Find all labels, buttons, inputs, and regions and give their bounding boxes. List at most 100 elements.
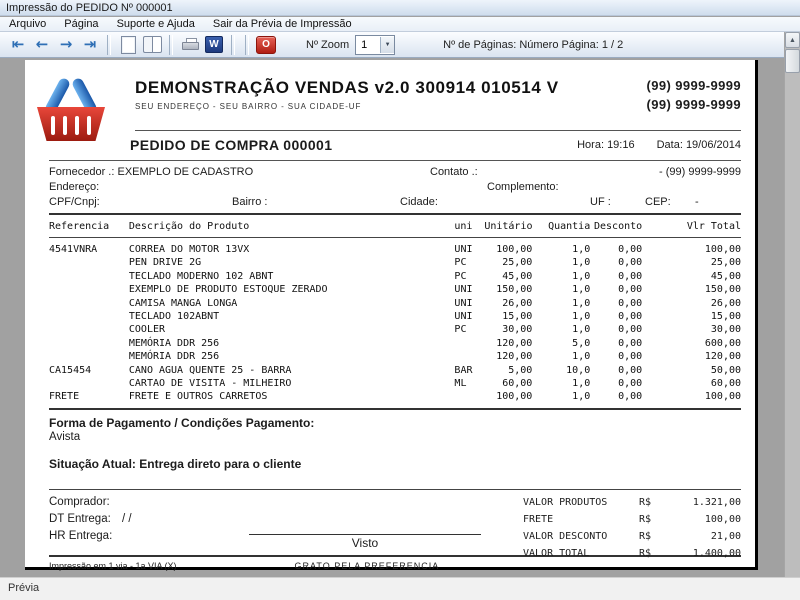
cell-uni: PC <box>454 323 484 336</box>
toolbar: ⇤ ← → ⇥ W O Nº Zoom 1 ▼ Nº de Páginas: N… <box>0 32 784 58</box>
cell-uni <box>454 337 484 350</box>
company-address: SEU ENDEREÇO - SEU BAIRRO - SUA CIDADE-U… <box>135 102 559 111</box>
statusbar-text: Prévia <box>8 582 39 594</box>
window-titlebar[interactable]: Impressão do PEDIDO Nº 000001 <box>0 0 800 16</box>
cell-uni: ML <box>454 377 484 390</box>
order-date: Data: 19/06/2014 <box>657 139 741 151</box>
menu-arquivo[interactable]: Arquivo <box>0 18 55 30</box>
total-label: VALOR DESCONTO <box>523 528 639 545</box>
cell-referencia <box>49 283 129 296</box>
table-row: FRETE FRETE E OUTROS CARRETOS 100,00 1,0… <box>49 390 741 403</box>
cell-referencia <box>49 256 129 269</box>
cell-uni: UNI <box>454 283 484 296</box>
total-value: 21,00 <box>667 528 741 545</box>
company-phone-1: (99) 9999-9999 <box>647 76 742 95</box>
header-uni: uni <box>454 221 484 232</box>
cell-unitario: 15,00 <box>484 310 532 323</box>
contato-label: Contato .: <box>430 165 478 180</box>
cell-uni: UNI <box>454 310 484 323</box>
cell-quantia: 1,0 <box>532 323 590 336</box>
cell-descricao: TECLADO MODERNO 102 ABNT <box>129 270 455 283</box>
two-page-view-button[interactable] <box>140 34 164 56</box>
print-button[interactable] <box>178 34 202 56</box>
cell-descricao: EXEMPLO DE PRODUTO ESTOQUE ZERADO <box>129 283 455 296</box>
cell-desconto: 0,00 <box>590 270 642 283</box>
printer-icon <box>182 38 199 51</box>
chevron-down-icon[interactable]: ▼ <box>380 37 394 53</box>
total-label: VALOR TOTAL <box>523 545 639 562</box>
toolbar-separator <box>231 35 235 55</box>
total-value: 1.400,00 <box>667 545 741 562</box>
vertical-scrollbar[interactable]: ▲ <box>784 32 800 577</box>
table-row: 4541VNRA CORREA DO MOTOR 13VX UNI 100,00… <box>49 243 741 256</box>
table-row: PEN DRIVE 2G PC 25,00 1,0 0,00 25,00 <box>49 256 741 269</box>
cell-descricao: FRETE E OUTROS CARRETOS <box>129 390 455 403</box>
company-title: DEMONSTRAÇÃO VENDAS v2.0 300914 010514 V <box>135 78 559 98</box>
fornecedor-label: Fornecedor .: <box>49 166 114 178</box>
first-page-icon: ⇤ <box>12 37 25 52</box>
cell-descricao: MEMÓRIA DDR 256 <box>129 350 455 363</box>
cell-desconto: 0,00 <box>590 350 642 363</box>
payment-value: Avista <box>49 431 741 443</box>
cell-uni <box>454 350 484 363</box>
cell-unitario: 30,00 <box>484 323 532 336</box>
complemento-label: Complemento: <box>487 180 559 195</box>
cell-vlr-total: 60,00 <box>642 377 741 390</box>
export-word-button[interactable]: W <box>202 34 226 56</box>
last-page-button[interactable]: ⇥ <box>78 34 102 56</box>
total-row: VALOR PRODUTOS R$ 1.321,00 <box>523 494 741 511</box>
totals-area: Comprador: DT Entrega: / / HR Entrega: V… <box>49 489 741 553</box>
previous-page-button[interactable]: ← <box>30 34 54 56</box>
scroll-up-button[interactable]: ▲ <box>785 32 800 48</box>
cell-quantia: 1,0 <box>532 390 590 403</box>
company-header: DEMONSTRAÇÃO VENDAS v2.0 300914 010514 V… <box>135 70 741 131</box>
cell-descricao: CARTAO DE VISITA - MILHEIRO <box>129 377 455 390</box>
scrollbar-thumb[interactable] <box>785 49 800 73</box>
payment-label: Forma de Pagamento / Condições Pagamento… <box>49 416 741 430</box>
first-page-button[interactable]: ⇤ <box>6 34 30 56</box>
products-table: Referencia Descrição do Produto uni Unit… <box>49 215 741 410</box>
uf-label: UF : <box>590 195 645 210</box>
cell-unitario: 60,00 <box>484 377 532 390</box>
single-page-view-button[interactable] <box>116 34 140 56</box>
contato-phone: - (99) 9999-9999 <box>659 165 741 180</box>
toolbar-separator <box>245 35 249 55</box>
cell-descricao: PEN DRIVE 2G <box>129 256 455 269</box>
header-unitario: Unitário <box>484 221 532 232</box>
fornecedor-value: EXEMPLO DE CADASTRO <box>117 166 253 178</box>
cell-quantia: 1,0 <box>532 283 590 296</box>
menubar: Arquivo Página Suporte e Ajuda Sair da P… <box>0 17 800 32</box>
menu-sair-da-previa[interactable]: Sair da Prévia de Impressão <box>204 18 361 30</box>
cell-vlr-total: 25,00 <box>642 256 741 269</box>
cell-unitario: 120,00 <box>484 350 532 363</box>
table-row: EXEMPLO DE PRODUTO ESTOQUE ZERADO UNI 15… <box>49 283 741 296</box>
cell-referencia <box>49 323 129 336</box>
cell-unitario: 120,00 <box>484 337 532 350</box>
cell-desconto: 0,00 <box>590 243 642 256</box>
preview-workspace: DEMONSTRAÇÃO VENDAS v2.0 300914 010514 V… <box>0 58 784 577</box>
document-page: DEMONSTRAÇÃO VENDAS v2.0 300914 010514 V… <box>25 60 758 570</box>
zoom-dropdown[interactable]: 1 ▼ <box>355 35 395 55</box>
close-preview-button[interactable]: O <box>254 34 278 56</box>
next-page-button[interactable]: → <box>54 34 78 56</box>
menu-pagina[interactable]: Página <box>55 18 107 30</box>
order-header: PEDIDO DE COMPRA 000001 Hora: 19:16 Data… <box>49 131 741 161</box>
comprador-label: Comprador: <box>49 494 239 511</box>
cell-desconto: 0,00 <box>590 377 642 390</box>
total-currency: R$ <box>639 494 667 511</box>
cell-unitario: 150,00 <box>484 283 532 296</box>
cell-quantia: 1,0 <box>532 256 590 269</box>
cell-desconto: 0,00 <box>590 364 642 377</box>
cell-vlr-total: 600,00 <box>642 337 741 350</box>
header-referencia: Referencia <box>49 221 129 232</box>
cell-referencia <box>49 270 129 283</box>
menu-suporte-e-ajuda[interactable]: Suporte e Ajuda <box>108 18 204 30</box>
total-currency: R$ <box>639 545 667 562</box>
cell-referencia: CA15454 <box>49 364 129 377</box>
total-value: 1.321,00 <box>667 494 741 511</box>
basket-logo-icon <box>35 77 107 143</box>
cell-referencia: 4541VNRA <box>49 243 129 256</box>
total-currency: R$ <box>639 528 667 545</box>
cell-desconto: 0,00 <box>590 323 642 336</box>
endereco-label: Endereço: <box>49 180 487 195</box>
